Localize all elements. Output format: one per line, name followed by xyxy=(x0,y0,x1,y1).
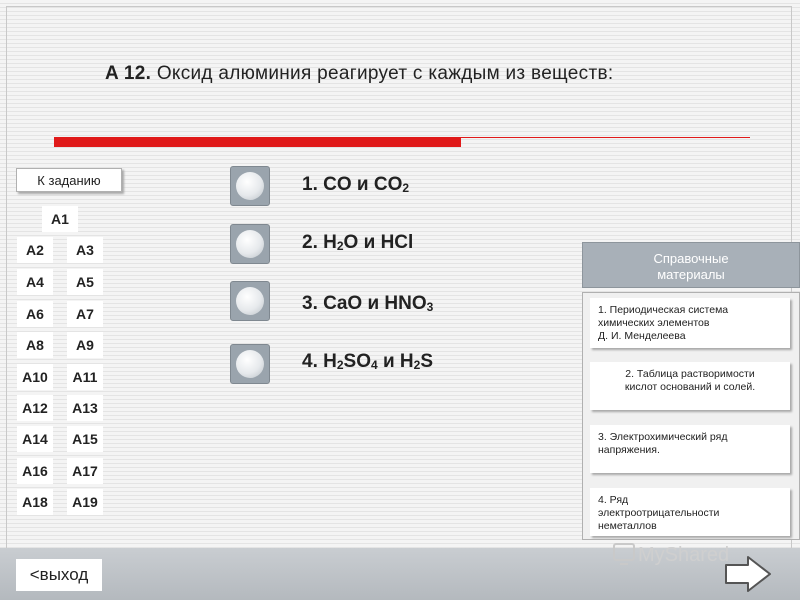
to-task-button[interactable]: К заданию xyxy=(16,168,122,192)
task-a4-button[interactable]: A4 xyxy=(17,269,53,295)
answer-4-text[interactable]: 4. H2SO4 и H2S xyxy=(302,351,433,373)
watermark-text: MyShared xyxy=(638,544,729,566)
task-a15-button[interactable]: A15 xyxy=(67,426,103,452)
task-a6-button[interactable]: A6 xyxy=(17,301,53,327)
reference-solubility-table-link[interactable]: 2. Таблица растворимости кислот основани… xyxy=(590,362,790,410)
task-a10-button[interactable]: A10 xyxy=(17,364,53,390)
reference-materials-header: Справочные материалы xyxy=(582,242,800,288)
answer-1-radio[interactable] xyxy=(230,166,270,206)
task-a12-button[interactable]: A12 xyxy=(17,395,53,421)
task-a16-button[interactable]: A16 xyxy=(17,458,53,484)
reference-electronegativity-link[interactable]: 4. Ряд электроотрицательности неметаллов xyxy=(590,488,790,536)
task-a11-button[interactable]: A11 xyxy=(67,364,103,390)
slide: A 12. Оксид алюминия реагирует с каждым … xyxy=(0,0,800,600)
task-a7-button[interactable]: A7 xyxy=(67,301,103,327)
task-a8-button[interactable]: A8 xyxy=(17,332,53,358)
answer-2-text[interactable]: 2. H2O и HCl xyxy=(302,232,413,254)
reference-periodic-table-link[interactable]: 1. Периодическая система химических элем… xyxy=(590,298,790,348)
task-a2-button[interactable]: A2 xyxy=(17,237,53,263)
question-number: A 12. xyxy=(105,63,152,84)
answer-2-radio[interactable] xyxy=(230,224,270,264)
task-a9-button[interactable]: A9 xyxy=(67,332,103,358)
exit-button[interactable]: <выход xyxy=(16,559,102,591)
task-a14-button[interactable]: A14 xyxy=(17,426,53,452)
radio-dot-icon xyxy=(236,287,264,315)
radio-dot-icon xyxy=(236,172,264,200)
reference-electrochemical-series-link[interactable]: 3. Электрохимический ряд напряжения. xyxy=(590,425,790,473)
progress-bar xyxy=(54,138,461,147)
radio-dot-icon xyxy=(236,230,264,258)
answer-4-radio[interactable] xyxy=(230,344,270,384)
question-text: Оксид алюминия реагирует с каждым из вещ… xyxy=(156,63,614,84)
radio-dot-icon xyxy=(236,350,264,378)
answer-3-radio[interactable] xyxy=(230,281,270,321)
next-arrow-icon[interactable] xyxy=(720,553,776,595)
task-a17-button[interactable]: A17 xyxy=(67,458,103,484)
task-a18-button[interactable]: A18 xyxy=(17,489,53,515)
task-a3-button[interactable]: A3 xyxy=(67,237,103,263)
answer-3-text[interactable]: 3. CaO и HNO3 xyxy=(302,293,433,315)
task-a19-button[interactable]: A19 xyxy=(67,489,103,515)
question-title: A 12. Оксид алюминия реагирует с каждым … xyxy=(105,63,613,85)
task-a5-button[interactable]: A5 xyxy=(67,269,103,295)
task-a13-button[interactable]: A13 xyxy=(67,395,103,421)
task-a1-button[interactable]: A1 xyxy=(42,206,78,232)
answer-1-text[interactable]: 1. CO и CO2 xyxy=(302,174,409,196)
